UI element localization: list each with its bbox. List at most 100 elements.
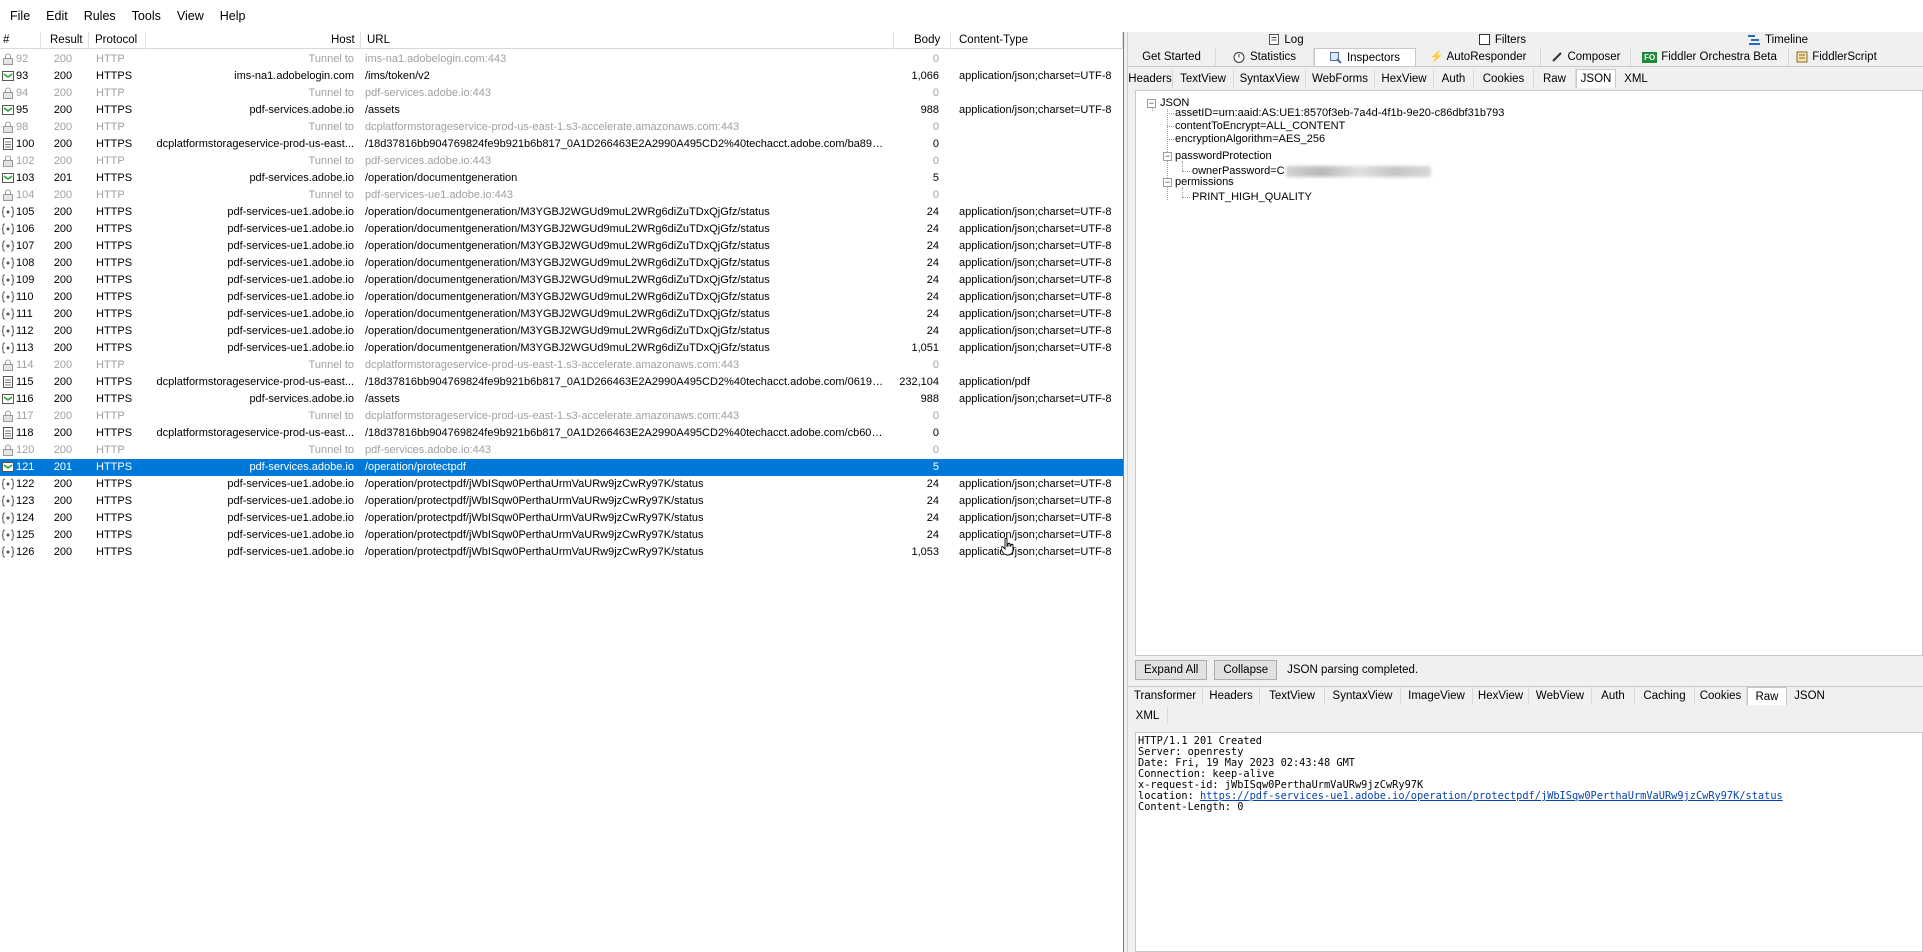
session-row[interactable]: 107 200 HTTPS pdf-services-ue1.adobe.io/ope… (0, 238, 1123, 255)
resp-tab-xml[interactable]: XML (1128, 707, 1168, 724)
session-row[interactable]: 125 200 HTTPS pdf-services-ue1.adobe.io/ope… (0, 527, 1123, 544)
session-row[interactable]: 109 200 HTTPS pdf-services-ue1.adobe.io/ope… (0, 272, 1123, 289)
session-row[interactable]: 98 200 HTTP Tunnel to dcplatformstorageservi… (0, 119, 1123, 136)
tab-inspectors[interactable]: Inspectors (1314, 48, 1416, 66)
tab-filters[interactable]: Filters (1371, 32, 1633, 48)
tab-composer[interactable]: Composer (1541, 48, 1631, 66)
json-node-print-high-quality[interactable]: PRINT_HIGH_QUALITY (1192, 191, 1312, 203)
col-separator[interactable] (360, 32, 361, 49)
collapse-button[interactable]: Collapse (1214, 660, 1278, 680)
req-tab-hexview[interactable]: HexView (1375, 69, 1434, 88)
col-separator[interactable] (40, 32, 41, 49)
req-tab-textview[interactable]: TextView (1173, 69, 1234, 88)
col-header-content-type[interactable]: Content-Type (959, 34, 1028, 46)
session-row[interactable]: 92 200 HTTP Tunnel to ims-na1.adobelogin.com… (0, 51, 1123, 68)
req-tab-auth[interactable]: Auth (1434, 69, 1474, 88)
session-row[interactable]: 106 200 HTTPS pdf-services-ue1.adobe.io/ope… (0, 221, 1123, 238)
sessions-list[interactable]: # Result Protocol Host URL Body Content-… (0, 32, 1123, 952)
main-tab-row: Get Started Statistics Inspectors ⚡ Auto… (1128, 48, 1923, 67)
col-separator[interactable] (88, 32, 89, 49)
resp-tab-syntaxview[interactable]: SyntaxView (1325, 687, 1401, 705)
session-row[interactable]: 117 200 HTTP Tunnel to dcplatformstorageserv… (0, 408, 1123, 425)
json-node-permissions[interactable]: permissions (1175, 176, 1234, 188)
resp-tab-transformer[interactable]: Transformer (1128, 687, 1203, 705)
req-tab-xml[interactable]: XML (1616, 69, 1656, 88)
menu-tools[interactable]: Tools (124, 9, 169, 23)
req-tab-json[interactable]: JSON (1576, 69, 1616, 88)
expand-all-button[interactable]: Expand All (1135, 660, 1208, 680)
menu-edit[interactable]: Edit (38, 9, 76, 23)
json-node-asset-id[interactable]: assetID=urn:aaid:AS:UE1:8570f3eb-7a4d-4f… (1175, 107, 1504, 119)
session-row[interactable]: 126 200 HTTPS pdf-services-ue1.adobe.io/ope… (0, 544, 1123, 561)
json-node-password-protection[interactable]: passwordProtection (1175, 150, 1272, 162)
col-header-num[interactable]: # (3, 34, 9, 46)
tab-statistics[interactable]: Statistics (1216, 48, 1314, 66)
session-row[interactable]: 120 200 HTTP Tunnel to pdf-services.adobe.io… (0, 442, 1123, 459)
collapse-permissions-icon[interactable]: − (1163, 178, 1172, 187)
req-tab-syntaxview[interactable]: SyntaxView (1234, 69, 1306, 88)
resp-tab-headers[interactable]: Headers (1203, 687, 1260, 705)
session-row[interactable]: 121 201 HTTPS pdf-services.adobe.io/operati… (0, 459, 1123, 476)
req-tab-headers[interactable]: Headers (1128, 69, 1173, 88)
session-row[interactable]: 111 200 HTTPS pdf-services-ue1.adobe.io/ope… (0, 306, 1123, 323)
resp-tab-auth[interactable]: Auth (1592, 687, 1635, 705)
session-row[interactable]: 113 200 HTTPS pdf-services-ue1.adobe.io/ope… (0, 340, 1123, 357)
session-row[interactable]: 94 200 HTTP Tunnel to pdf-services.adobe.io:… (0, 85, 1123, 102)
session-row[interactable]: 114 200 HTTP Tunnel to dcplatformstorageserv… (0, 357, 1123, 374)
collapse-json-root-icon[interactable]: − (1147, 99, 1156, 108)
sessions-header: # Result Protocol Host URL Body Content-… (0, 32, 1123, 49)
col-header-url[interactable]: URL (367, 34, 390, 46)
tab-get-started[interactable]: Get Started (1128, 48, 1216, 66)
col-header-host[interactable]: Host (331, 34, 355, 46)
json-tree-view[interactable]: − JSON assetID=urn:aaid:AS:UE1:8570f3eb-… (1135, 90, 1923, 656)
tab-autoresponder[interactable]: ⚡ AutoResponder (1416, 48, 1541, 66)
session-row[interactable]: 122 200 HTTPS pdf-services-ue1.adobe.io/ope… (0, 476, 1123, 493)
session-row[interactable]: 103 201 HTTPS pdf-services.adobe.io/operati… (0, 170, 1123, 187)
collapse-password-protection-icon[interactable]: − (1163, 152, 1172, 161)
resp-tab-imageview[interactable]: ImageView (1401, 687, 1473, 705)
session-row[interactable]: 104 200 HTTP Tunnel to pdf-services-ue1.adob… (0, 187, 1123, 204)
session-row[interactable]: 123 200 HTTPS pdf-services-ue1.adobe.io/ope… (0, 493, 1123, 510)
tab-fiddlerscript[interactable]: FiddlerScript (1789, 48, 1883, 66)
col-header-protocol[interactable]: Protocol (95, 34, 137, 46)
session-row[interactable]: 116 200 HTTPS pdf-services.adobe.io/assets 9… (0, 391, 1123, 408)
req-tab-webforms[interactable]: WebForms (1306, 69, 1375, 88)
tab-timeline[interactable]: Timeline (1633, 32, 1923, 48)
col-header-result[interactable]: Result (50, 34, 83, 46)
col-separator[interactable] (145, 32, 146, 49)
session-row[interactable]: 118 200 HTTPS dcplatformstorageservice-prod… (0, 425, 1123, 442)
col-header-body[interactable]: Body (914, 34, 940, 46)
resp-tab-caching[interactable]: Caching (1635, 687, 1695, 705)
session-row[interactable]: 108 200 HTTPS pdf-services-ue1.adobe.io/ope… (0, 255, 1123, 272)
session-row[interactable]: 102 200 HTTP Tunnel to pdf-services.adobe.io… (0, 153, 1123, 170)
session-row[interactable]: 115 200 HTTPS dcplatformstorageservice-prod… (0, 374, 1123, 391)
tab-log[interactable]: Log (1200, 32, 1371, 48)
menu-file[interactable]: File (2, 9, 38, 23)
session-row[interactable]: 112 200 HTTPS pdf-services-ue1.adobe.io/ope… (0, 323, 1123, 340)
col-separator[interactable] (893, 32, 894, 49)
menu-view[interactable]: View (169, 9, 212, 23)
session-row[interactable]: 100 200 HTTPS dcplatformstorageservice-prod… (0, 136, 1123, 153)
resp-tab-json[interactable]: JSON (1787, 687, 1832, 705)
req-tab-cookies[interactable]: Cookies (1474, 69, 1534, 88)
json-node-content-to-encrypt[interactable]: contentToEncrypt=ALL_CONTENT (1175, 120, 1345, 132)
session-row[interactable]: 93 200 HTTPS ims-na1.adobelogin.com/ims/tok… (0, 68, 1123, 85)
log-icon (1267, 34, 1280, 46)
resp-tab-webview[interactable]: WebView (1529, 687, 1592, 705)
session-row[interactable]: 110 200 HTTPS pdf-services-ue1.adobe.io/ope… (0, 289, 1123, 306)
menu-help[interactable]: Help (212, 9, 254, 23)
resp-tab-hexview[interactable]: HexView (1473, 687, 1529, 705)
raw-response-view[interactable]: HTTP/1.1 201 Created Server: openresty D… (1135, 732, 1923, 952)
resp-tab-textview[interactable]: TextView (1260, 687, 1325, 705)
location-link[interactable]: https://pdf-services-ue1.adobe.io/operat… (1200, 790, 1783, 802)
req-tab-raw[interactable]: Raw (1534, 69, 1576, 88)
resp-tab-raw[interactable]: Raw (1747, 687, 1787, 705)
tab-fiddler-orchestra[interactable]: FO Fiddler Orchestra Beta (1631, 48, 1789, 66)
session-row[interactable]: 95 200 HTTPS pdf-services.adobe.io/assets 98… (0, 102, 1123, 119)
resp-tab-cookies[interactable]: Cookies (1695, 687, 1747, 705)
session-row[interactable]: 105 200 HTTPS pdf-services-ue1.adobe.io/ope… (0, 204, 1123, 221)
session-row[interactable]: 124 200 HTTPS pdf-services-ue1.adobe.io/ope… (0, 510, 1123, 527)
menu-rules[interactable]: Rules (76, 9, 124, 23)
json-node-encryption-algorithm[interactable]: encryptionAlgorithm=AES_256 (1175, 133, 1325, 145)
col-separator[interactable] (950, 32, 951, 49)
